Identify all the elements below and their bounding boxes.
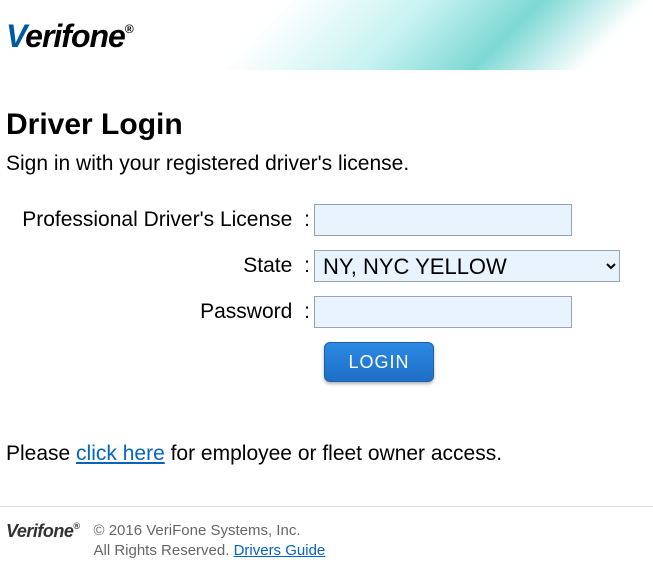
drivers-guide-link[interactable]: Drivers Guide	[234, 542, 326, 559]
license-label: Professional Driver's License :	[6, 208, 314, 232]
copyright-text: © 2016 VeriFone Systems, Inc.	[94, 521, 326, 541]
alt-access-text: Please click here for employee or fleet …	[6, 442, 647, 466]
license-input[interactable]	[314, 204, 572, 236]
state-label: State :	[6, 254, 314, 278]
brand-logo: Verifone®	[6, 18, 133, 55]
header-banner: Verifone®	[0, 0, 653, 70]
page-title: Driver Login	[6, 108, 647, 142]
page-subtitle: Sign in with your registered driver's li…	[6, 152, 647, 176]
password-input[interactable]	[314, 296, 572, 328]
alt-access-link[interactable]: click here	[76, 442, 165, 465]
state-row: State : NY, NYC YELLOW	[6, 250, 647, 282]
footer: Verifone® © 2016 VeriFone Systems, Inc. …	[0, 506, 653, 574]
password-label: Password :	[6, 300, 314, 324]
login-button[interactable]: LOGIN	[324, 342, 434, 382]
state-select[interactable]: NY, NYC YELLOW	[314, 250, 620, 282]
rights-text: All Rights Reserved.	[94, 542, 234, 559]
license-row: Professional Driver's License :	[6, 204, 647, 236]
footer-text: © 2016 VeriFone Systems, Inc. All Rights…	[94, 521, 326, 560]
password-row: Password :	[6, 296, 647, 328]
footer-logo: Verifone®	[6, 521, 80, 542]
